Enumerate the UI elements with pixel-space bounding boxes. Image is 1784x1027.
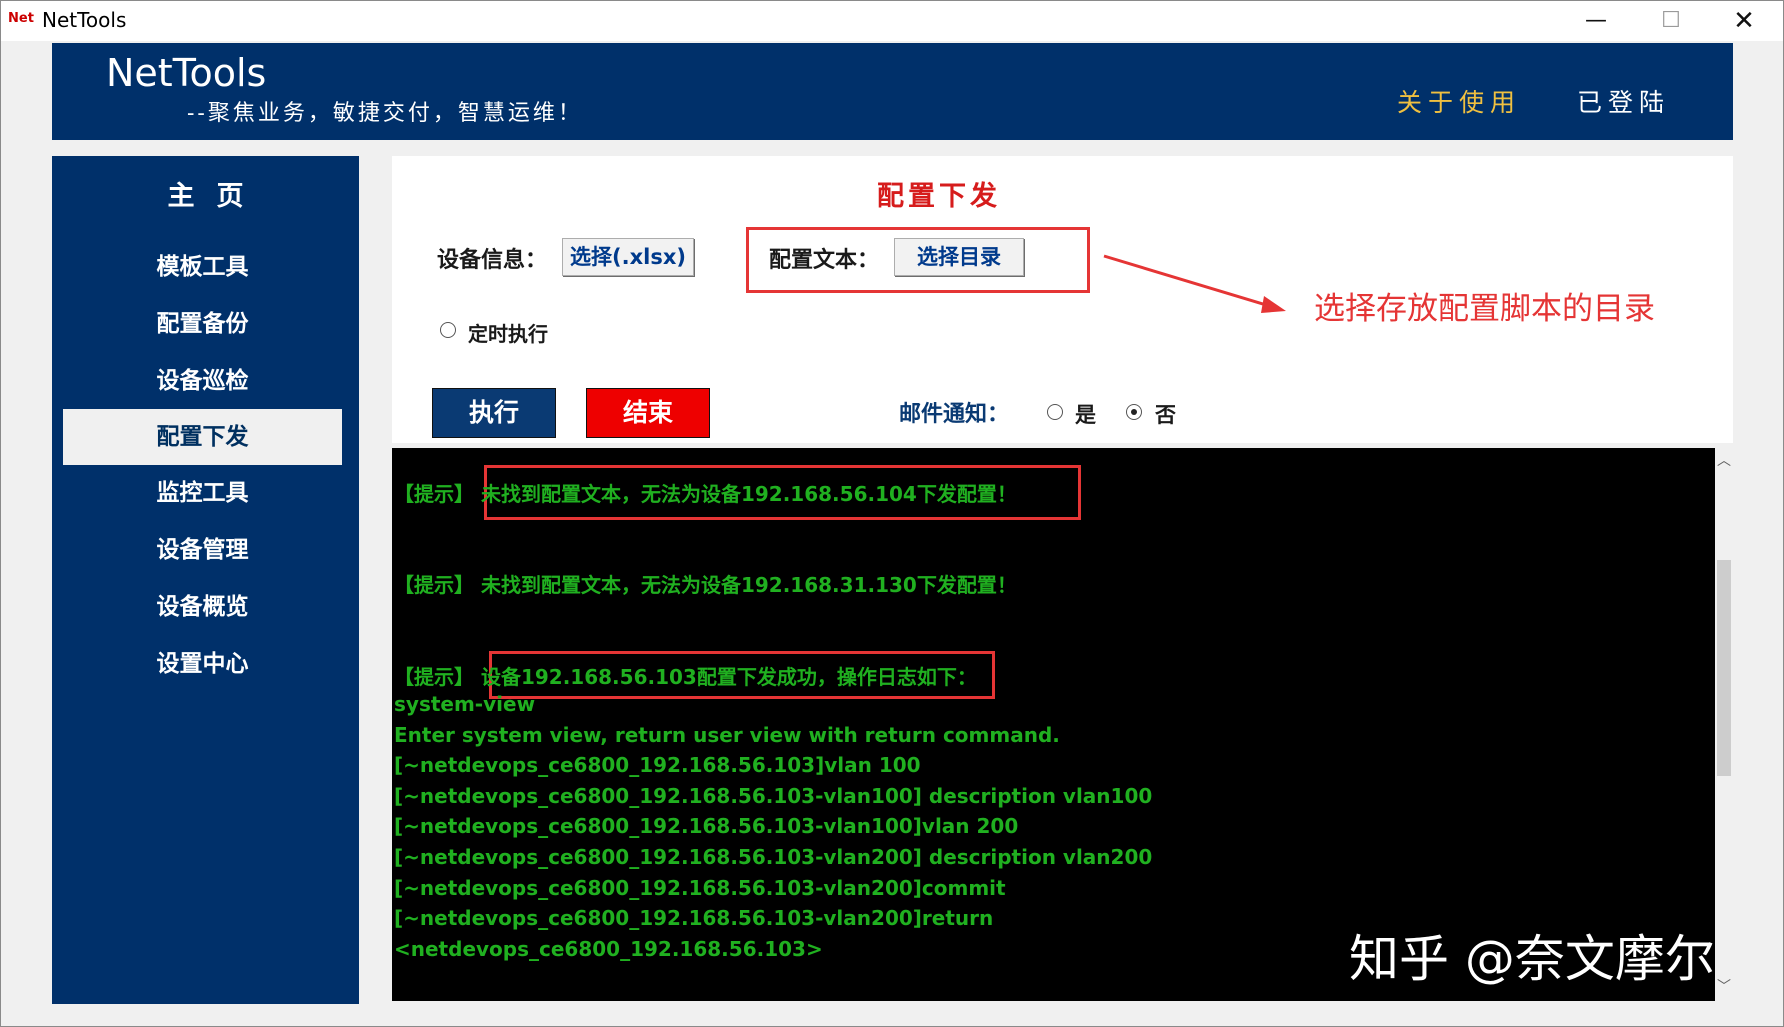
scroll-down-icon[interactable]: ﹀ [1715, 978, 1733, 996]
log-line: [~netdevops_ce6800_192.168.56.103]vlan 1… [394, 753, 921, 777]
mail-yes-label: 是 [1075, 403, 1096, 427]
app-header: NetTools --聚焦业务，敏捷交付，智慧运维！ 关于使用 已登陆 [52, 43, 1733, 140]
select-directory-button[interactable]: 选择目录 [894, 238, 1024, 276]
scheduled-label: 定时执行 [468, 322, 548, 346]
mail-notify-label: 邮件通知： [899, 402, 1010, 427]
log-line: <netdevops_ce6800_192.168.56.103> [394, 937, 823, 961]
stop-button[interactable]: 结束 [586, 388, 710, 438]
maximize-button[interactable]: ☐ [1636, 1, 1706, 41]
log-line: Enter system view, return user view with… [394, 723, 1060, 747]
log-line: [~netdevops_ce6800_192.168.56.103-vlan20… [394, 906, 994, 930]
sidebar: 主页 模板工具 配置备份 设备巡检 配置下发 监控工具 设备管理 设备概览 设置… [52, 156, 359, 1004]
sidebar-item-device-management[interactable]: 设备管理 [63, 522, 342, 578]
mail-no-label: 否 [1155, 403, 1176, 427]
scheduled-radio[interactable] [440, 322, 456, 338]
log-line: 【提示】 设备192.168.56.103配置下发成功，操作日志如下： [394, 665, 977, 689]
mail-yes-radio[interactable] [1047, 404, 1063, 420]
log-line: [~netdevops_ce6800_192.168.56.103-vlan20… [394, 845, 1153, 869]
app-window: Net NetTools — ☐ ✕ NetTools --聚焦业务，敏捷交付，… [0, 0, 1784, 1027]
page-title: 配置下发 [877, 181, 1001, 212]
app-icon: Net [8, 11, 34, 26]
watermark: 知乎 @奈文摩尔 [1349, 930, 1715, 988]
annotation-text: 选择存放配置脚本的目录 [1314, 291, 1655, 327]
console-scrollbar[interactable]: ︿ ﹀ [1715, 448, 1733, 1001]
minimize-button[interactable]: — [1561, 1, 1631, 41]
mail-no-radio[interactable] [1126, 404, 1142, 420]
brand-title: NetTools [106, 51, 267, 95]
log-line: [~netdevops_ce6800_192.168.56.103-vlan10… [394, 784, 1153, 808]
sidebar-item-config-deploy[interactable]: 配置下发 [63, 409, 342, 465]
log-line: 【提示】 未找到配置文本，无法为设备192.168.56.104下发配置！ [394, 482, 1017, 506]
scroll-up-icon[interactable]: ︿ [1715, 452, 1733, 470]
run-button[interactable]: 执行 [432, 388, 556, 438]
sidebar-home[interactable]: 主页 [52, 174, 359, 213]
annotation-arrow [1103, 254, 1286, 313]
scroll-thumb[interactable] [1717, 560, 1731, 776]
sidebar-item-template-tools[interactable]: 模板工具 [63, 239, 342, 295]
sidebar-item-monitor-tools[interactable]: 监控工具 [63, 465, 342, 521]
login-status[interactable]: 已登陆 [1577, 83, 1670, 119]
log-line: [~netdevops_ce6800_192.168.56.103-vlan20… [394, 876, 1006, 900]
device-info-label: 设备信息： [437, 248, 548, 273]
sidebar-item-device-overview[interactable]: 设备概览 [63, 579, 342, 635]
select-xlsx-button[interactable]: 选择(.xlsx) [562, 238, 694, 276]
log-line: 【提示】 未找到配置文本，无法为设备192.168.31.130下发配置！ [394, 573, 1017, 597]
sidebar-item-config-backup[interactable]: 配置备份 [63, 296, 342, 352]
title-bar: Net NetTools — ☐ ✕ [1, 1, 1783, 41]
sidebar-item-device-inspection[interactable]: 设备巡检 [63, 353, 342, 409]
close-button[interactable]: ✕ [1709, 1, 1779, 41]
log-line: system-view [394, 692, 536, 716]
brand-tagline: --聚焦业务，敏捷交付，智慧运维！ [187, 101, 583, 126]
window-title: NetTools [42, 8, 127, 32]
log-line: [~netdevops_ce6800_192.168.56.103-vlan10… [394, 814, 1019, 838]
sidebar-item-settings[interactable]: 设置中心 [63, 636, 342, 692]
config-text-label: 配置文本： [769, 248, 880, 273]
about-link[interactable]: 关于使用 [1397, 83, 1521, 119]
